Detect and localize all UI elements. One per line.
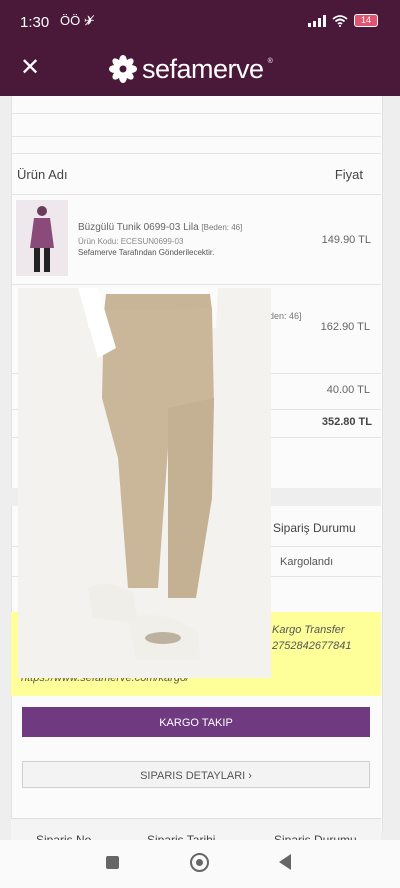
status-time: 1:30 bbox=[20, 14, 50, 31]
back-icon[interactable] bbox=[279, 854, 291, 870]
product-price: 162.90 TL bbox=[320, 321, 370, 333]
cargo-carrier: Kargo Transfer bbox=[272, 624, 345, 636]
product-thumbnail[interactable] bbox=[16, 200, 68, 276]
status-notification-icons: ÖÖ ✈̸ bbox=[60, 13, 95, 28]
next-order-header: Siparis No Siparis Tarihi Siparis Durumu bbox=[11, 818, 381, 847]
product-title: Büzgülü Tunik 0699-03 Lila [Beden: 46] bbox=[78, 222, 243, 233]
product-row[interactable]: Büzgülü Tunik 0699-03 Lila [Beden: 46] Ü… bbox=[11, 196, 381, 280]
status-right-icons: 14 bbox=[308, 14, 378, 27]
col-price: Fiyat bbox=[334, 167, 363, 182]
track-cargo-button[interactable]: KARGO TAKIP bbox=[22, 707, 370, 737]
product-size: [Beden: 46] bbox=[201, 223, 243, 232]
divider bbox=[11, 112, 381, 114]
status-bar: 1:30 ÖÖ ✈̸ 14 bbox=[0, 0, 400, 48]
product-image-popup[interactable] bbox=[18, 288, 271, 678]
home-icon[interactable] bbox=[190, 853, 209, 872]
flower-logo-icon bbox=[109, 55, 137, 83]
app-bar: ✕ sefamerve ® bbox=[0, 48, 400, 96]
divider bbox=[11, 135, 381, 137]
battery-icon: 14 bbox=[354, 14, 378, 27]
cargo-tracking-number[interactable]: 2752842677841 bbox=[272, 640, 352, 652]
signal-icon bbox=[308, 14, 326, 27]
recents-icon[interactable] bbox=[106, 856, 119, 869]
tunic-image bbox=[16, 200, 68, 276]
trousers-image bbox=[18, 288, 271, 678]
divider bbox=[11, 283, 381, 285]
system-navigation-bar bbox=[0, 840, 400, 888]
order-status-value: Kargolandı bbox=[280, 556, 334, 568]
col-product-name: Ürün Adı bbox=[17, 167, 68, 182]
wifi-icon bbox=[332, 14, 348, 27]
close-icon[interactable]: ✕ bbox=[18, 56, 42, 80]
order-status-title: Sipariş Durumu bbox=[273, 521, 356, 535]
registered-mark: ® bbox=[267, 58, 273, 65]
order-details-button[interactable]: SIPARIS DETAYLARI › bbox=[22, 761, 370, 788]
product-size: den: 46] bbox=[269, 311, 302, 321]
products-table-header: Ürün Adı Fiyat bbox=[11, 153, 381, 195]
product-shipping-note: Sefamerve Tarafından Gönderilecektir. bbox=[78, 248, 215, 257]
product-code: Ürün Kodu: ECESUN0699-03 bbox=[78, 237, 184, 246]
top-bar: 1:30 ÖÖ ✈̸ 14 ✕ sefamerve ® bbox=[0, 0, 400, 96]
brand-logo: sefamerve ® bbox=[108, 52, 273, 86]
order-total: 352.80 TL bbox=[321, 416, 372, 428]
shipping-fee: 40.00 TL bbox=[326, 384, 370, 396]
product-price: 149.90 TL bbox=[321, 234, 371, 246]
brand-name: sefamerve bbox=[142, 53, 264, 84]
